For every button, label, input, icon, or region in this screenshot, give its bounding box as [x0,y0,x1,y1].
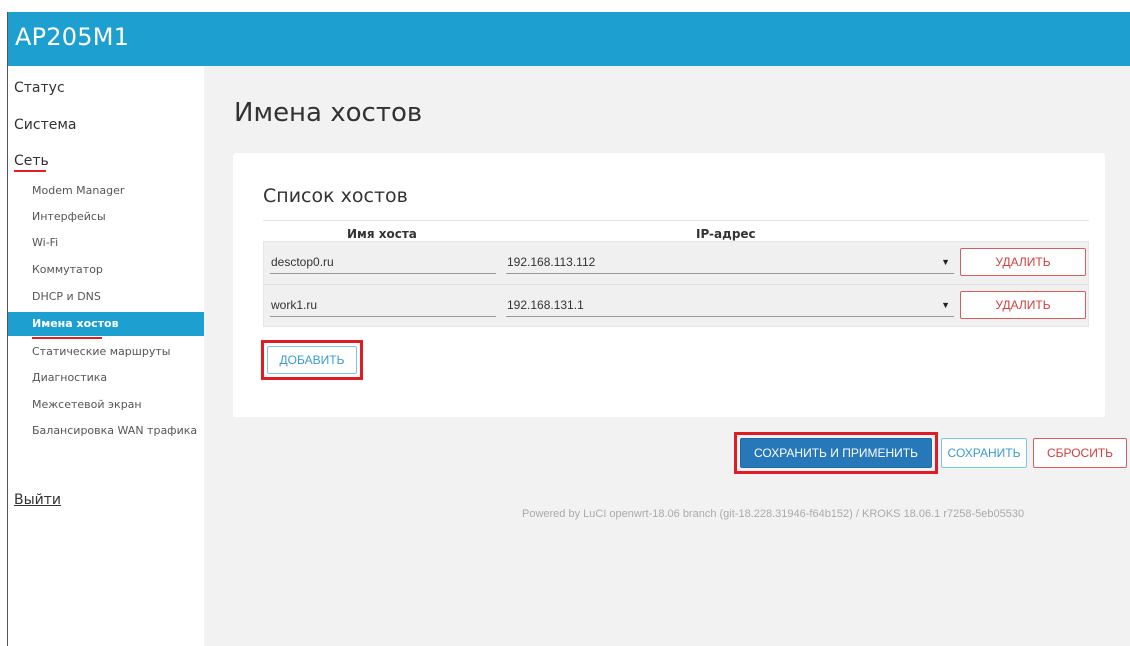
network-underline-mark [14,170,46,172]
hosts-panel: Список хостов Имя хоста IP-адрес desctop… [233,153,1105,417]
sidebar-item-wifi[interactable]: Wi-Fi [32,236,58,249]
ip-value: 192.168.113.112 [507,255,596,269]
app-window: AP205M1 Статус Система Сеть Modem Manage… [7,12,1130,646]
hostname-input[interactable]: work1.ru [270,291,496,317]
page-title: Имена хостов [234,98,423,128]
sidebar-item-switch[interactable]: Коммутатор [32,263,103,276]
sidebar-item-dhcp-dns[interactable]: DHCP и DNS [32,290,101,303]
save-apply-highlight [734,432,938,474]
delete-button[interactable]: УДАЛИТЬ [960,291,1086,319]
section-divider [263,220,1089,221]
sidebar-item-static-routes[interactable]: Статические маршруты [32,345,170,358]
logout-link[interactable]: Выйти [14,492,61,508]
add-button-highlight [261,340,363,380]
table-row: work1.ru 192.168.131.1 ▼ УДАЛИТЬ [264,284,1088,326]
sidebar-item-network[interactable]: Сеть [14,153,49,169]
hostnames-underline-mark [32,337,102,339]
section-title: Список хостов [263,185,408,207]
sidebar: Статус Система Сеть Modem Manager Интерф… [8,66,204,646]
reset-button[interactable]: СБРОСИТЬ [1033,438,1127,468]
footer-text: Powered by LuCI openwrt-18.06 branch (gi… [522,508,1025,520]
sidebar-item-hostnames[interactable]: Имена хостов [8,312,204,336]
sidebar-item-system[interactable]: Система [14,117,76,133]
sidebar-item-modem-manager[interactable]: Modem Manager [32,184,124,197]
table-row: desctop0.ru 192.168.113.112 ▼ УДАЛИТЬ [264,242,1088,284]
hosts-table: desctop0.ru 192.168.113.112 ▼ УДАЛИТЬ wo… [263,241,1089,327]
delete-button[interactable]: УДАЛИТЬ [960,248,1086,276]
save-button[interactable]: СОХРАНИТЬ [941,438,1027,468]
column-header-hostname: Имя хоста [347,227,417,241]
sidebar-item-hostnames-label: Имена хостов [32,317,119,330]
sidebar-item-interfaces[interactable]: Интерфейсы [32,210,106,223]
sidebar-item-firewall[interactable]: Межсетевой экран [32,398,142,411]
sidebar-item-wan-balancing[interactable]: Балансировка WAN трафика [32,424,197,437]
column-header-ip: IP-адрес [696,227,756,241]
app-header: AP205M1 [8,12,1130,66]
ip-value: 192.168.131.1 [507,298,584,312]
device-title[interactable]: AP205M1 [15,23,129,51]
main-content: Имена хостов Список хостов Имя хоста IP-… [204,66,1130,646]
ip-select[interactable]: 192.168.131.1 ▼ [506,291,954,317]
hostname-input[interactable]: desctop0.ru [270,248,496,274]
sidebar-item-diagnostics[interactable]: Диагностика [32,371,107,384]
dropdown-arrow-icon: ▼ [941,257,950,267]
dropdown-arrow-icon: ▼ [941,300,950,310]
sidebar-item-status[interactable]: Статус [14,80,65,96]
ip-select[interactable]: 192.168.113.112 ▼ [506,248,954,274]
